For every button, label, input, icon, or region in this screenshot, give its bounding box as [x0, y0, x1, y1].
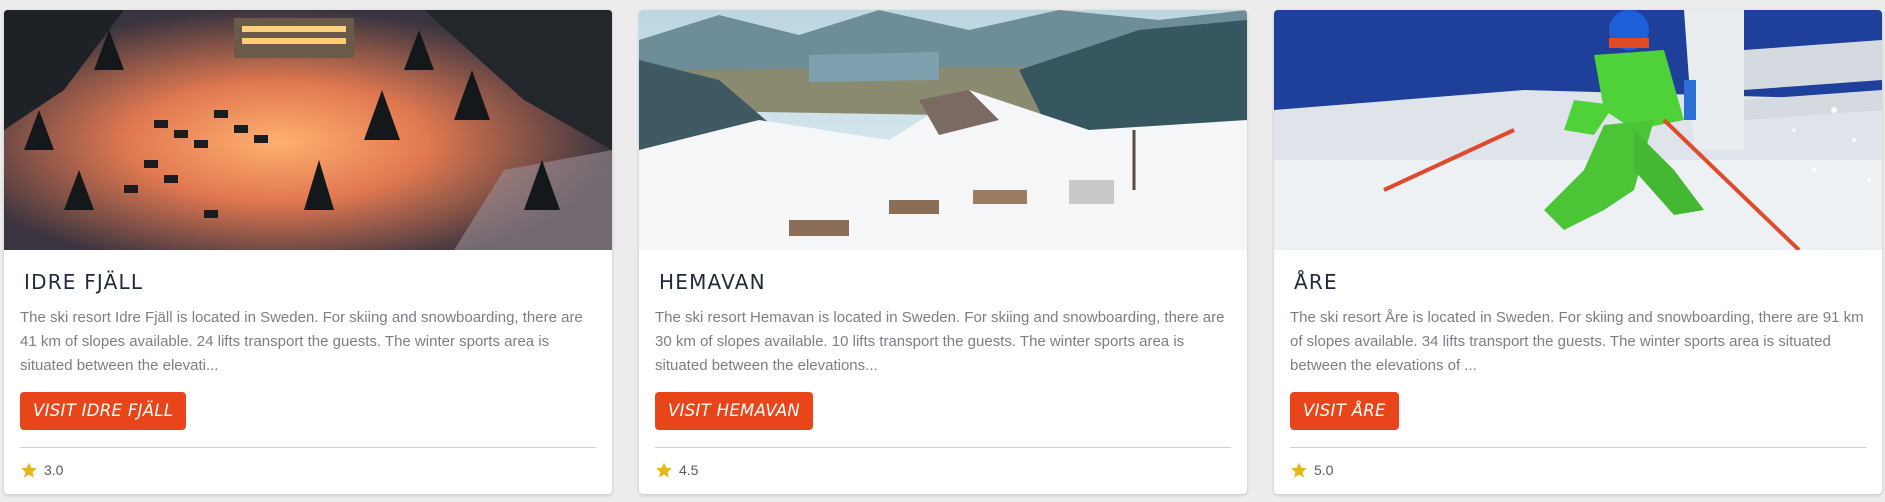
rating-value: 5.0 [1314, 462, 1334, 478]
star-icon [21, 462, 37, 478]
rating: 4.5 [655, 461, 1231, 479]
rating: 5.0 [1290, 461, 1866, 479]
rating-value: 3.0 [44, 462, 64, 478]
resort-description: The ski resort Idre Fjäll is located in … [20, 309, 583, 374]
resort-card: HEMAVAN The ski resort Hemavan is locate… [639, 10, 1247, 494]
card-divider [20, 447, 596, 448]
resort-title: ÅRE [1294, 270, 1338, 294]
rating: 3.0 [20, 461, 596, 479]
resort-description: The ski resort Åre is located in Sweden.… [1290, 309, 1864, 374]
rating-value: 4.5 [679, 462, 699, 478]
resort-card: IDRE FJÄLL The ski resort Idre Fjäll is … [4, 10, 612, 494]
resort-card: ÅRE The ski resort Åre is located in Swe… [1274, 10, 1882, 494]
visit-resort-button[interactable]: VISIT IDRE FJÄLL [20, 392, 187, 430]
resort-title: IDRE FJÄLL [24, 270, 144, 294]
card-divider [1290, 447, 1866, 448]
resort-image[interactable] [1274, 10, 1882, 250]
star-icon [656, 462, 672, 478]
visit-resort-button[interactable]: VISIT HEMAVAN [655, 392, 814, 430]
resort-image[interactable] [4, 10, 612, 250]
visit-resort-button[interactable]: VISIT ÅRE [1290, 392, 1399, 430]
resort-card-list: IDRE FJÄLL The ski resort Idre Fjäll is … [4, 10, 1882, 494]
resort-description: The ski resort Hemavan is located in Swe… [655, 309, 1225, 374]
resort-title: HEMAVAN [659, 270, 766, 294]
card-divider [655, 447, 1231, 448]
resort-image[interactable] [639, 10, 1247, 250]
star-icon [1291, 462, 1307, 478]
